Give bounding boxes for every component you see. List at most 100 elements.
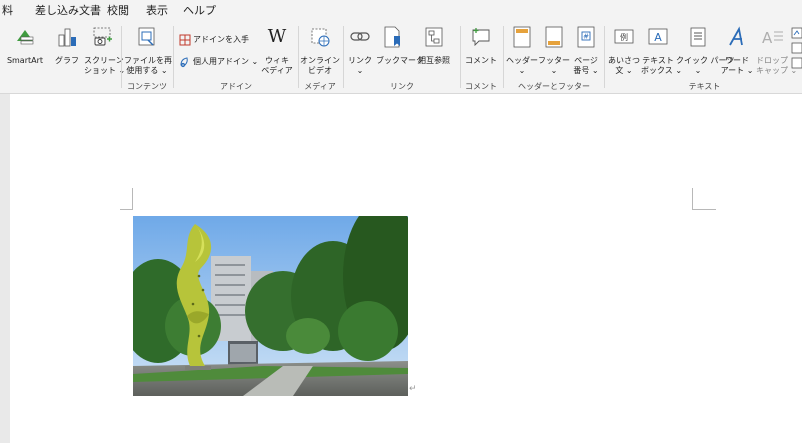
screenshot-label-line1: スクリーン: [84, 56, 124, 65]
page-number-button[interactable]: # ページ 番号 ⌄: [570, 26, 602, 78]
personal-addins-label: 個人用アドイン ⌄: [193, 57, 259, 66]
greeting-label-line2: 文 ⌄: [615, 66, 633, 75]
cross-reference-button[interactable]: 相互参照: [412, 26, 456, 74]
bookmark-label: ブックマーク: [376, 56, 424, 65]
chart-button[interactable]: グラフ: [52, 26, 82, 74]
svg-text:A: A: [654, 31, 662, 44]
screenshot-icon: [93, 27, 112, 46]
wordart-icon: [729, 26, 743, 46]
small-text-tools[interactable]: [790, 26, 802, 70]
header-icon: [513, 26, 531, 48]
smartart-icon: [17, 30, 34, 45]
ribbon: SmartArt グラフ スクリーン ショット ⌄ ファイルを再 使用する ⌄ …: [0, 22, 802, 94]
document-area: ↵: [0, 94, 802, 443]
personal-addins-button[interactable]: 個人用アドイン ⌄: [179, 55, 261, 69]
wikipedia-icon: W: [267, 26, 287, 47]
bookmark-button[interactable]: ブックマーク: [376, 26, 424, 74]
reuse-files-label-line1: ファイルを再: [124, 56, 172, 65]
screenshot-label-line2: ショット ⌄: [84, 66, 125, 75]
footer-dropdown[interactable]: ⌄: [538, 66, 570, 76]
link-dropdown[interactable]: ⌄: [346, 66, 374, 76]
wordart-button[interactable]: ワード アート ⌄: [720, 26, 754, 78]
online-video-label-line2: ビデオ: [308, 66, 332, 75]
screenshot-button[interactable]: スクリーン ショット ⌄: [84, 26, 125, 78]
group-label-comments: コメント: [465, 82, 497, 91]
dropcap-button[interactable]: A ドロップ キャップ ⌄: [756, 26, 798, 78]
group-label-content: コンテンツ: [127, 82, 167, 91]
separator: [503, 26, 504, 88]
get-addins-label: アドインを入手: [193, 35, 249, 44]
group-label-addins: アドイン: [220, 82, 252, 91]
svg-text:A: A: [762, 29, 773, 47]
quick-parts-label: クイック パーツ: [676, 56, 735, 65]
textbox-label-line2: ボックス ⌄: [641, 66, 683, 75]
document-page[interactable]: ↵: [10, 94, 802, 443]
page-number-label-line1: ページ: [574, 56, 598, 65]
menu-tab-help[interactable]: ヘルプ: [183, 4, 216, 18]
link-icon: [350, 32, 370, 41]
wikipedia-button[interactable]: W ウィキ ペディア: [261, 26, 293, 78]
quick-parts-dropdown[interactable]: ⌄: [676, 66, 720, 76]
wikipedia-label-line1: ウィキ: [265, 56, 289, 65]
cross-reference-icon: [425, 27, 443, 47]
greeting-icon: 例: [614, 29, 634, 44]
group-label-header-footer: ヘッダーとフッター: [518, 82, 590, 91]
smartart-button[interactable]: SmartArt: [4, 26, 46, 74]
reuse-files-icon: [138, 27, 155, 46]
online-video-icon: [311, 28, 330, 47]
dropcap-label-line2: キャップ ⌄: [756, 66, 798, 75]
menu-tab-mailings[interactable]: 差し込み文書: [35, 4, 101, 18]
online-video-button[interactable]: オンライン ビデオ: [300, 26, 340, 78]
comment-button[interactable]: コメント: [462, 26, 500, 74]
page-number-label-line2: 番号 ⌄: [573, 66, 599, 75]
get-addins-button[interactable]: アドインを入手: [179, 33, 249, 47]
separator: [343, 26, 344, 88]
menu-tab-references[interactable]: 料: [2, 4, 13, 18]
comment-icon: [472, 28, 490, 47]
page-number-icon: #: [577, 26, 595, 48]
textbox-icon: A: [648, 28, 668, 45]
cross-reference-label: 相互参照: [418, 56, 450, 65]
greeting-label-line1: あいさつ: [608, 56, 640, 65]
group-label-media: メディア: [304, 82, 336, 91]
personal-addins-icon: [180, 57, 188, 68]
textbox-label-line1: テキスト: [642, 56, 674, 65]
separator: [604, 26, 605, 88]
quick-parts-button[interactable]: クイック パーツ ⌄: [676, 26, 735, 78]
bookmark-icon: [384, 26, 400, 48]
header-dropdown[interactable]: ⌄: [506, 66, 538, 76]
separator: [173, 26, 174, 88]
footer-icon: [545, 26, 563, 48]
separator: [298, 26, 299, 88]
header-button[interactable]: ヘッダー ⌄: [506, 26, 538, 78]
greeting-button[interactable]: 例 あいさつ 文 ⌄: [607, 26, 641, 78]
chart-label: グラフ: [55, 56, 79, 65]
separator: [121, 26, 122, 88]
footer-label: フッター: [538, 56, 570, 65]
svg-text:#: #: [583, 33, 589, 41]
dropcap-label-line1: ドロップ: [756, 56, 788, 65]
wordart-label-line1: ワード: [725, 56, 749, 65]
store-icon: [179, 34, 191, 46]
smartart-label: SmartArt: [6, 56, 44, 65]
header-label: ヘッダー: [506, 56, 538, 65]
wordart-label-line2: アート ⌄: [720, 66, 754, 75]
separator: [460, 26, 461, 88]
footer-button[interactable]: フッター ⌄: [538, 26, 570, 78]
menu-tab-view[interactable]: 表示: [146, 4, 168, 18]
comment-label: コメント: [465, 56, 497, 65]
signature-line-icon: [791, 27, 802, 69]
crop-mark-top-right: [692, 188, 716, 210]
menu-tab-review[interactable]: 校閲: [107, 4, 129, 18]
chart-icon: [58, 28, 76, 47]
link-label: リンク: [348, 56, 372, 65]
textbox-button[interactable]: A テキスト ボックス ⌄: [641, 26, 683, 78]
reuse-files-button[interactable]: ファイルを再 使用する ⌄: [124, 26, 172, 78]
inserted-photo[interactable]: [133, 216, 408, 396]
dropcap-icon: A: [762, 29, 783, 47]
group-label-text: テキスト: [688, 82, 721, 91]
reuse-files-label-line2: 使用する ⌄: [126, 66, 168, 75]
link-button[interactable]: リンク ⌄: [346, 26, 374, 78]
svg-text:例: 例: [620, 32, 628, 42]
paragraph-mark: ↵: [409, 384, 417, 394]
